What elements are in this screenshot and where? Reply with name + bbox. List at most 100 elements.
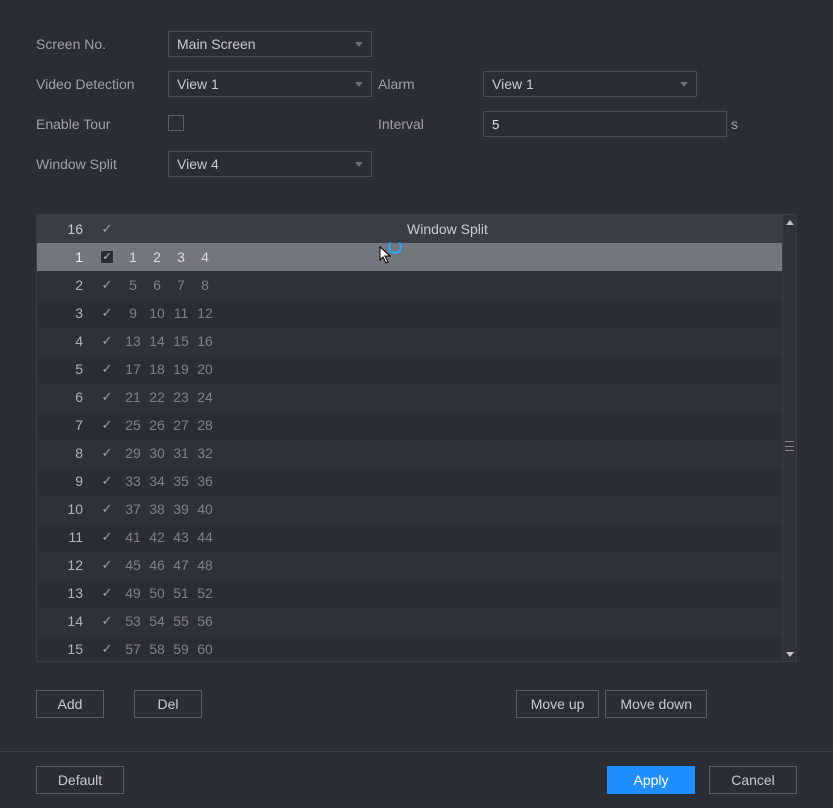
channel-cell: 31 (171, 445, 191, 461)
scroll-grip-icon[interactable] (785, 441, 794, 451)
enable-tour-checkbox[interactable] (168, 115, 184, 131)
row-channels: 37383940 (119, 501, 399, 517)
table-row[interactable]: 5✓17181920 (37, 355, 782, 383)
table-scrollbar[interactable] (782, 215, 796, 661)
row-channels: 33343536 (119, 473, 399, 489)
row-check[interactable]: ✓ (95, 445, 119, 461)
check-icon: ✓ (102, 417, 113, 433)
chevron-down-icon (355, 162, 363, 167)
screen-no-select[interactable]: Main Screen (168, 31, 372, 57)
channel-cell: 41 (123, 529, 143, 545)
channel-cell: 52 (195, 585, 215, 601)
move-up-button[interactable]: Move up (516, 690, 600, 718)
check-icon: ✓ (102, 501, 113, 517)
video-detection-label: Video Detection (36, 76, 168, 92)
table-row[interactable]: 15✓57585960 (37, 635, 782, 661)
row-index: 9 (55, 473, 95, 489)
table-row[interactable]: 13✓49505152 (37, 579, 782, 607)
channel-cell: 17 (123, 361, 143, 377)
row-channels: 9101112 (119, 305, 399, 321)
row-check[interactable]: ✓ (95, 389, 119, 405)
screen-no-label: Screen No. (36, 36, 168, 52)
checkbox-icon[interactable] (100, 250, 114, 264)
table-row[interactable]: 4✓13141516 (37, 327, 782, 355)
channel-cell: 15 (171, 333, 191, 349)
video-detection-select[interactable]: View 1 (168, 71, 372, 97)
row-check[interactable]: ✓ (95, 529, 119, 545)
channel-cell: 4 (195, 249, 215, 265)
row-check[interactable]: ✓ (95, 333, 119, 349)
window-split-select[interactable]: View 4 (168, 151, 372, 177)
channel-cell: 1 (123, 249, 143, 265)
move-down-button[interactable]: Move down (605, 690, 707, 718)
default-button[interactable]: Default (36, 766, 124, 794)
alarm-select[interactable]: View 1 (483, 71, 697, 97)
table-row[interactable]: 10✓37383940 (37, 495, 782, 523)
table-row[interactable]: 6✓21222324 (37, 383, 782, 411)
check-icon: ✓ (102, 473, 113, 489)
channel-cell: 16 (195, 333, 215, 349)
apply-button[interactable]: Apply (607, 766, 695, 794)
row-check[interactable]: ✓ (95, 417, 119, 433)
table-row[interactable]: 2✓5678 (37, 271, 782, 299)
table-row[interactable]: 3✓9101112 (37, 299, 782, 327)
table-row[interactable]: 8✓29303132 (37, 439, 782, 467)
row-channels: 13141516 (119, 333, 399, 349)
row-check[interactable]: ✓ (95, 557, 119, 573)
row-check[interactable]: ✓ (95, 585, 119, 601)
table-row[interactable]: 7✓25262728 (37, 411, 782, 439)
channel-cell: 50 (147, 585, 167, 601)
row-channels: 41424344 (119, 529, 399, 545)
row-check[interactable] (95, 250, 119, 264)
channel-cell: 59 (171, 641, 191, 657)
row-index: 14 (55, 613, 95, 629)
scroll-up-icon[interactable] (783, 215, 796, 229)
row-index: 15 (55, 641, 95, 657)
channel-cell: 55 (171, 613, 191, 629)
loading-spinner-icon (388, 240, 402, 254)
channel-cell: 3 (171, 249, 191, 265)
channel-cell: 22 (147, 389, 167, 405)
channel-cell: 36 (195, 473, 215, 489)
channel-cell: 14 (147, 333, 167, 349)
row-check[interactable]: ✓ (95, 501, 119, 517)
row-check[interactable]: ✓ (95, 473, 119, 489)
channel-cell: 45 (123, 557, 143, 573)
channel-cell: 23 (171, 389, 191, 405)
del-button[interactable]: Del (134, 690, 202, 718)
row-index: 2 (55, 277, 95, 293)
cancel-button[interactable]: Cancel (709, 766, 797, 794)
channel-cell: 24 (195, 389, 215, 405)
channel-cell: 11 (171, 305, 191, 321)
check-icon: ✓ (102, 277, 113, 293)
interval-unit: s (731, 116, 738, 132)
row-check[interactable]: ✓ (95, 305, 119, 321)
header-window-split: Window Split (399, 221, 782, 237)
video-detection-value: View 1 (177, 76, 219, 92)
scroll-down-icon[interactable] (783, 647, 796, 661)
row-channels: 17181920 (119, 361, 399, 377)
check-icon: ✓ (102, 585, 113, 601)
channel-cell: 9 (123, 305, 143, 321)
row-check[interactable]: ✓ (95, 641, 119, 657)
channel-cell: 60 (195, 641, 215, 657)
row-index: 8 (55, 445, 95, 461)
table-row[interactable]: 9 ✓ 33343536 (37, 467, 782, 495)
interval-input[interactable] (483, 111, 727, 137)
table-row[interactable]: 12✓45464748 (37, 551, 782, 579)
channel-cell: 12 (195, 305, 215, 321)
row-check[interactable]: ✓ (95, 361, 119, 377)
row-check[interactable]: ✓ (95, 277, 119, 293)
channel-cell: 48 (195, 557, 215, 573)
row-index: 7 (55, 417, 95, 433)
channel-cell: 46 (147, 557, 167, 573)
chevron-down-icon (355, 82, 363, 87)
table-row[interactable]: 11✓41424344 (37, 523, 782, 551)
row-check[interactable]: ✓ (95, 613, 119, 629)
row-channels: 49505152 (119, 585, 399, 601)
channel-cell: 27 (171, 417, 191, 433)
table-row[interactable]: 14✓53545556 (37, 607, 782, 635)
add-button[interactable]: Add (36, 690, 104, 718)
channel-cell: 43 (171, 529, 191, 545)
table-row[interactable]: 11234 (37, 243, 782, 271)
